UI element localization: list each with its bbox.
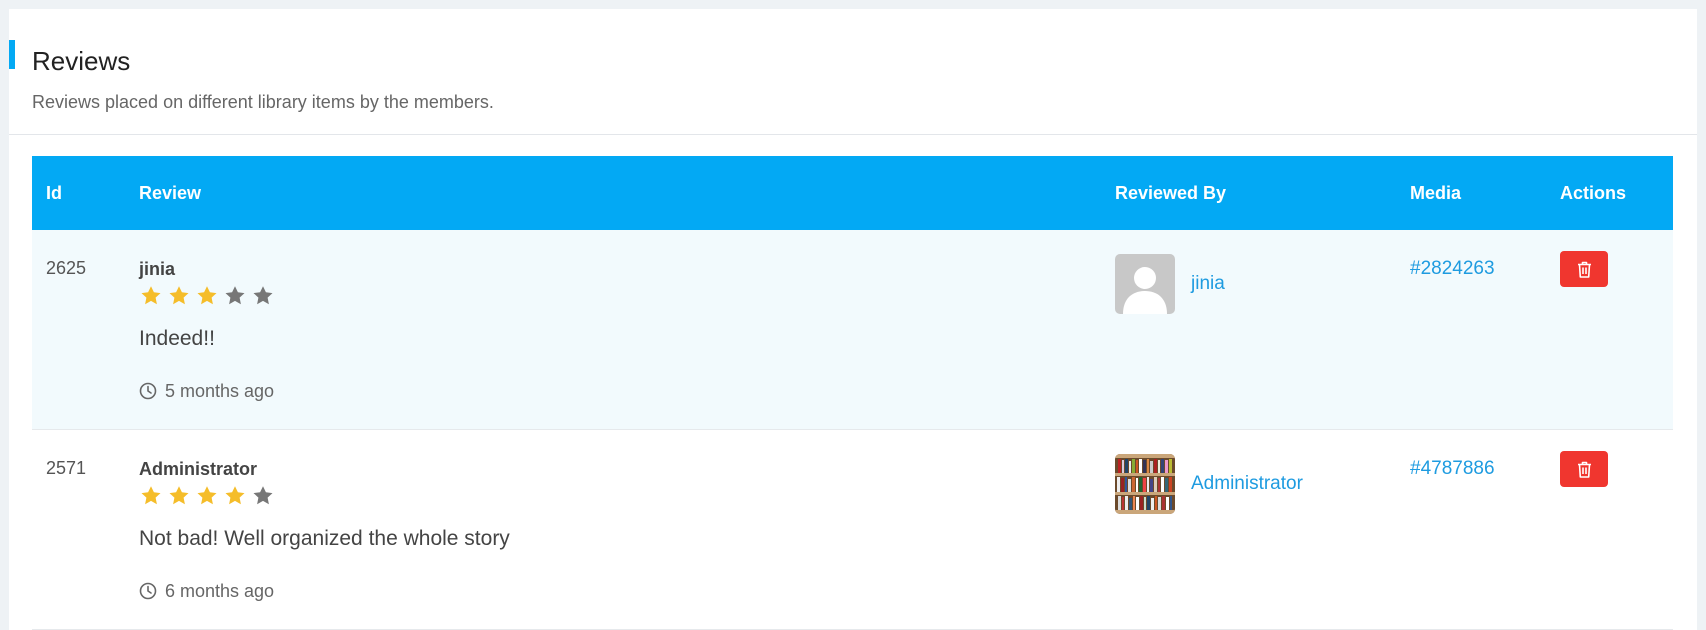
clock-icon bbox=[139, 582, 157, 600]
review-id: 2625 bbox=[46, 258, 87, 278]
column-header-review: Review bbox=[139, 183, 202, 203]
review-id: 2571 bbox=[46, 458, 87, 478]
review-text: Indeed!! bbox=[139, 327, 215, 350]
actions-cell bbox=[1560, 451, 1608, 487]
review-text: Not bad! Well organized the whole story bbox=[139, 527, 510, 550]
star-filled-icon bbox=[139, 484, 163, 508]
star-rating bbox=[139, 484, 510, 508]
column-header-actions: Actions bbox=[1560, 183, 1627, 203]
media-link[interactable]: #2824263 bbox=[1410, 258, 1495, 279]
review-time: 5 months ago bbox=[139, 380, 275, 402]
table-row: 2625 jinia Indeed!! 5 months ago jinia #… bbox=[32, 230, 1673, 430]
star-filled-icon bbox=[223, 484, 247, 508]
delete-button[interactable] bbox=[1560, 251, 1608, 287]
star-filled-icon bbox=[167, 284, 191, 308]
trash-icon bbox=[1577, 261, 1592, 278]
card-header: Reviews Reviews placed on different libr… bbox=[9, 9, 1697, 135]
star-filled-icon bbox=[195, 484, 219, 508]
media-link[interactable]: #4787886 bbox=[1410, 458, 1495, 479]
reviewed-by-cell: jinia bbox=[1115, 254, 1225, 314]
clock-icon bbox=[139, 382, 157, 400]
table-row: 2571 Administrator Not bad! Well organiz… bbox=[32, 430, 1673, 630]
table-header: Id Review Reviewed By Media Actions bbox=[32, 156, 1673, 230]
reviewed-by-link[interactable]: Administrator bbox=[1191, 473, 1303, 495]
column-header-reviewed-by: Reviewed By bbox=[1115, 183, 1227, 203]
star-filled-icon bbox=[139, 284, 163, 308]
media-cell: #2824263 bbox=[1410, 258, 1495, 280]
delete-button[interactable] bbox=[1560, 451, 1608, 487]
default-user-avatar bbox=[1115, 254, 1175, 314]
media-cell: #4787886 bbox=[1410, 458, 1495, 480]
page-subtitle: Reviews placed on different library item… bbox=[32, 92, 494, 112]
review-time-label: 5 months ago bbox=[165, 381, 275, 401]
title-accent-bar bbox=[9, 40, 15, 69]
column-header-id: Id bbox=[46, 183, 62, 203]
actions-cell bbox=[1560, 251, 1608, 287]
bookshelf-photo-avatar bbox=[1115, 454, 1175, 514]
reviewed-by-cell: Administrator bbox=[1115, 454, 1303, 514]
star-empty-icon bbox=[251, 284, 275, 308]
reviews-table: Id Review Reviewed By Media Actions 2625… bbox=[32, 156, 1673, 630]
star-rating bbox=[139, 284, 275, 308]
reviewer-name: jinia bbox=[139, 259, 176, 279]
page-title: Reviews bbox=[32, 46, 131, 76]
trash-icon bbox=[1577, 461, 1592, 478]
review-time-label: 6 months ago bbox=[165, 581, 275, 601]
review-cell: Administrator Not bad! Well organized th… bbox=[139, 458, 510, 602]
reviewed-by-link[interactable]: jinia bbox=[1191, 273, 1225, 295]
column-header-media: Media bbox=[1410, 183, 1462, 203]
reviewer-name: Administrator bbox=[139, 459, 258, 479]
star-empty-icon bbox=[251, 484, 275, 508]
reviews-card: Reviews Reviews placed on different libr… bbox=[9, 9, 1697, 630]
star-filled-icon bbox=[167, 484, 191, 508]
review-cell: jinia Indeed!! 5 months ago bbox=[139, 258, 275, 402]
star-empty-icon bbox=[223, 284, 247, 308]
star-filled-icon bbox=[195, 284, 219, 308]
review-time: 6 months ago bbox=[139, 580, 510, 602]
